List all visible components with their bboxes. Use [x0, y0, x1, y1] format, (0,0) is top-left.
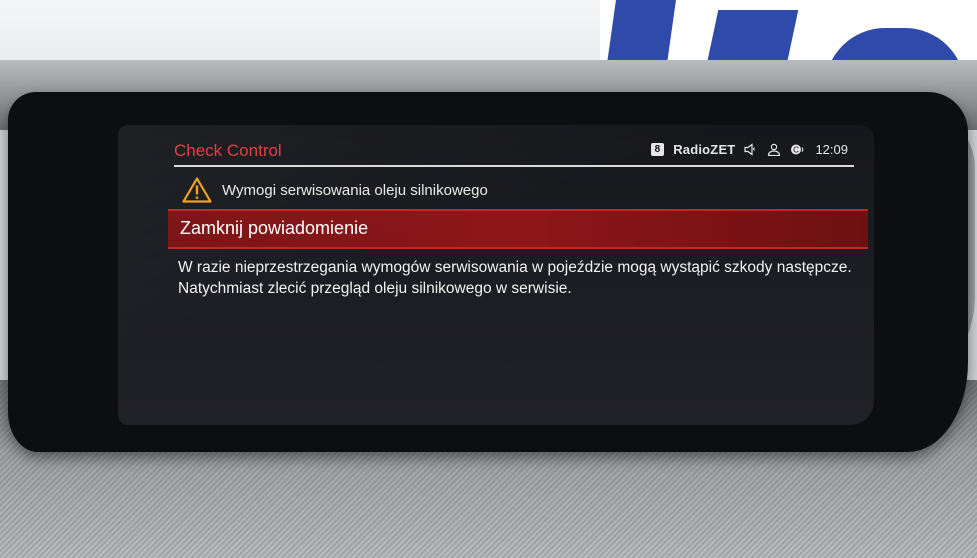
svg-text:C: C — [794, 146, 800, 155]
warning-message: W razie nieprzestrzegania wymogów serwis… — [178, 259, 852, 297]
app-title: Check Control — [174, 141, 282, 160]
infotainment-screen: Check Control 8 RadioZET C 12:09 Wymogi … — [118, 125, 874, 425]
connectivity-icon: C — [790, 143, 806, 156]
dismiss-notification-label: Zamknij powiadomienie — [180, 218, 369, 238]
warning-triangle-icon — [182, 177, 212, 203]
speaker-icon — [744, 143, 758, 156]
status-area: 8 RadioZET C 12:09 — [650, 142, 848, 157]
preset-badge: 8 — [650, 143, 665, 156]
warning-header: Wymogi serwisowania oleju silnikowego — [182, 175, 488, 205]
dismiss-notification-button[interactable]: Zamknij powiadomienie — [168, 209, 868, 249]
warning-title: Wymogi serwisowania oleju silnikowego — [222, 181, 488, 199]
station-name: RadioZET — [673, 142, 736, 157]
clock: 12:09 — [815, 142, 848, 157]
status-bar: Check Control 8 RadioZET C 12:09 — [174, 139, 854, 167]
person-icon — [767, 143, 781, 156]
